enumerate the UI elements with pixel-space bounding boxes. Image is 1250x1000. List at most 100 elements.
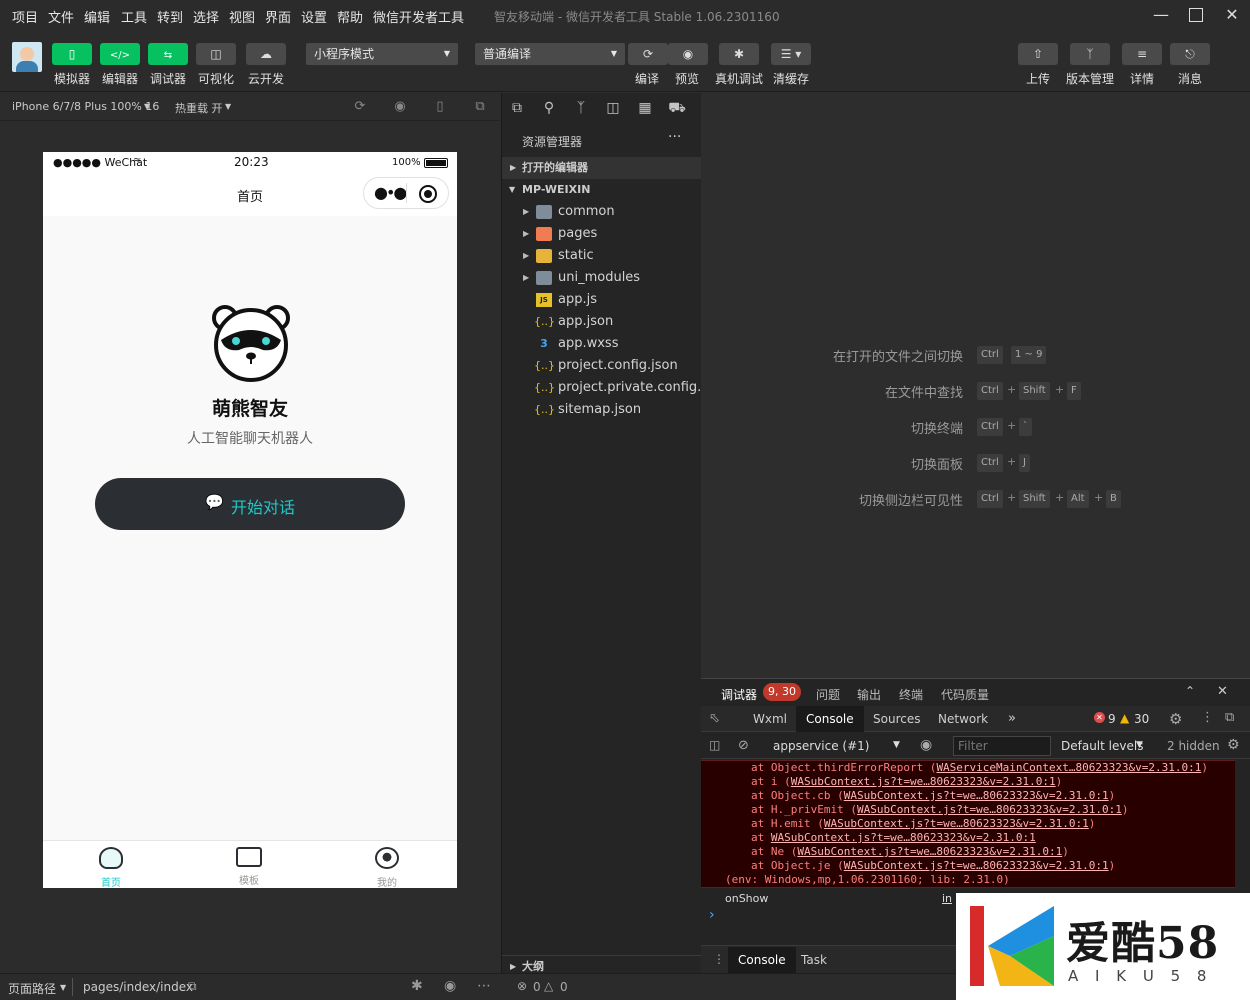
remote-debug-button[interactable]: ✱	[719, 43, 759, 65]
files-icon[interactable]: ⧉	[508, 100, 526, 118]
drawer-tab-task[interactable]: Task	[791, 947, 837, 973]
tab-home[interactable]: 首页	[71, 847, 151, 889]
tab-code-quality[interactable]: 代码质量	[941, 686, 989, 703]
tree-item-common[interactable]: ▶ common	[502, 201, 702, 223]
tab-debugger[interactable]: 调试器	[721, 686, 758, 707]
tree-item-project-config[interactable]: {..} project.config.json	[502, 355, 702, 377]
mode-select[interactable]: 小程序模式 ▼	[306, 43, 458, 65]
menu-goto[interactable]: 转到	[157, 7, 183, 26]
avatar[interactable]	[12, 42, 42, 72]
bug-icon[interactable]: ✱	[411, 978, 423, 994]
tree-item-app-json[interactable]: {..} app.json	[502, 311, 702, 333]
messages-button[interactable]: ⎋	[1170, 43, 1210, 65]
problems-error-count[interactable]: 0	[533, 980, 541, 994]
menu-project[interactable]: 项目	[12, 7, 38, 26]
cloud-button[interactable]: ☁	[246, 43, 286, 65]
menu-interface[interactable]: 界面	[265, 7, 291, 26]
gear-icon[interactable]: ⚙	[1169, 710, 1182, 728]
detach-icon[interactable]: ⧉	[472, 99, 488, 115]
tab-terminal[interactable]: 终端	[899, 686, 923, 703]
more-icon[interactable]: ⋯	[477, 978, 491, 994]
preview-button[interactable]: ◉	[668, 43, 708, 65]
details-button[interactable]: ≡	[1122, 43, 1162, 65]
menu-view[interactable]: 视图	[229, 7, 255, 26]
log-levels-select[interactable]: Default levels	[1061, 739, 1143, 753]
start-chat-button[interactable]: 💬 开始对话	[95, 478, 405, 530]
device-select[interactable]: iPhone 6/7/8 Plus 100% 16	[12, 100, 159, 113]
upload-button[interactable]: ⇧	[1018, 43, 1058, 65]
tree-item-app-js[interactable]: JS app.js	[502, 289, 702, 311]
console-settings-icon[interactable]: ⚙	[1227, 737, 1240, 753]
compile-button[interactable]: ⟳	[628, 43, 668, 65]
tab-wxml[interactable]: Wxml	[743, 706, 797, 732]
close-icon[interactable]: ✕	[1221, 4, 1243, 26]
kebab-icon[interactable]: ⋮	[713, 952, 725, 966]
stack-link[interactable]: WASubContext.js?t=we…80623323&v=2.31.0:1	[824, 817, 1089, 830]
copy-icon[interactable]: ⧉	[188, 979, 197, 994]
visual-button[interactable]: ◫	[196, 43, 236, 65]
tab-console[interactable]: Console	[796, 706, 864, 732]
clear-cache-button[interactable]: ☰ ▾	[771, 43, 811, 65]
stack-link[interactable]: WASubContext.js?t=we…80623323&v=2.31.0:1	[791, 775, 1056, 788]
device-icon[interactable]: ▯	[432, 99, 448, 115]
git-icon[interactable]: ᛉ	[572, 100, 590, 118]
drawer-tab-console[interactable]: Console	[728, 947, 796, 973]
tree-item-pages[interactable]: ▶ pages	[502, 223, 702, 245]
tree-item-sitemap[interactable]: {..} sitemap.json	[502, 399, 702, 421]
chevron-down-icon[interactable]: ▼	[893, 740, 900, 750]
menu-help[interactable]: 帮助	[337, 7, 363, 26]
stack-link[interactable]: WASubContext.js?t=we…80623323&v=2.31.0:1	[844, 859, 1109, 872]
menu-select[interactable]: 选择	[193, 7, 219, 26]
inspect-icon[interactable]: ⬁	[709, 711, 720, 726]
version-button[interactable]: ᛉ	[1070, 43, 1110, 65]
menu-tools[interactable]: 工具	[121, 7, 147, 26]
sidebar-toggle-icon[interactable]: ◫	[709, 738, 720, 752]
menu-wechat-devtools[interactable]: 微信开发者工具	[373, 7, 464, 26]
chevron-down-icon[interactable]: ▼	[225, 102, 231, 111]
tab-output[interactable]: 输出	[857, 686, 881, 703]
kebab-icon[interactable]: ⋮	[1201, 710, 1214, 725]
menu-file[interactable]: 文件	[48, 7, 74, 26]
tree-item-static[interactable]: ▶ static	[502, 245, 702, 267]
problems-warning-count[interactable]: 0	[560, 980, 568, 994]
stack-link[interactable]: WASubContext.js?t=we…80623323&v=2.31.0:1	[771, 831, 1036, 844]
warning-count[interactable]: 30	[1134, 712, 1149, 726]
stack-link[interactable]: WASubContext.js?t=we…80623323&v=2.31.0:1	[844, 789, 1109, 802]
tab-template[interactable]: 模板	[209, 847, 289, 887]
tab-sources[interactable]: Sources	[863, 706, 930, 732]
open-editors-section[interactable]: ▶ 打开的编辑器	[502, 157, 702, 179]
debugger-button[interactable]: ⇆	[148, 43, 188, 65]
tab-network[interactable]: Network	[928, 706, 998, 732]
simulator-button[interactable]: ▯	[52, 43, 92, 65]
stop-icon[interactable]: ◉	[392, 99, 408, 115]
project-section[interactable]: ▼ MP-WEIXIN	[502, 179, 702, 201]
clear-console-icon[interactable]: ⊘	[738, 738, 749, 753]
page-path-label[interactable]: 页面路径	[8, 980, 56, 997]
storage-icon[interactable]: ▦	[636, 100, 654, 118]
more-icon[interactable]: ●•●	[374, 183, 407, 202]
extensions-icon[interactable]: ◫	[604, 100, 622, 118]
eye-icon[interactable]: ◉	[920, 737, 932, 753]
tree-item-uni-modules[interactable]: ▶ uni_modules	[502, 267, 702, 289]
more-tabs-icon[interactable]: »	[998, 706, 1026, 732]
console-source-link[interactable]: in	[942, 892, 952, 905]
minimize-icon[interactable]: —	[1150, 4, 1172, 26]
chevron-down-icon[interactable]: ▼	[60, 983, 66, 992]
close-miniprogram-icon[interactable]	[419, 185, 437, 203]
menu-settings[interactable]: 设置	[301, 7, 327, 26]
rotate-icon[interactable]: ⟳	[352, 99, 368, 115]
stack-link[interactable]: WASubContext.js?t=we…80623323&v=2.31.0:1	[797, 845, 1062, 858]
stack-link[interactable]: WASubContext.js?t=we…80623323&v=2.31.0:1	[857, 803, 1122, 816]
tree-item-project-private-config[interactable]: {..} project.private.config.js...	[502, 377, 702, 399]
console-prompt[interactable]: ›	[709, 907, 715, 923]
docker-icon[interactable]: ⛟	[668, 100, 686, 118]
hot-reload-toggle[interactable]: 热重载 开	[175, 100, 223, 116]
context-select[interactable]: appservice (#1)	[773, 739, 869, 753]
chevron-down-icon[interactable]: ▼	[1136, 740, 1143, 750]
editor-button[interactable]: </>	[100, 43, 140, 65]
eye-icon[interactable]: ◉	[444, 978, 456, 994]
chevron-down-icon[interactable]: ▼	[144, 102, 150, 111]
dock-icon[interactable]: ⧉	[1225, 710, 1234, 725]
collapse-icon[interactable]: ⌃	[1185, 684, 1195, 698]
maximize-icon[interactable]	[1185, 4, 1207, 26]
